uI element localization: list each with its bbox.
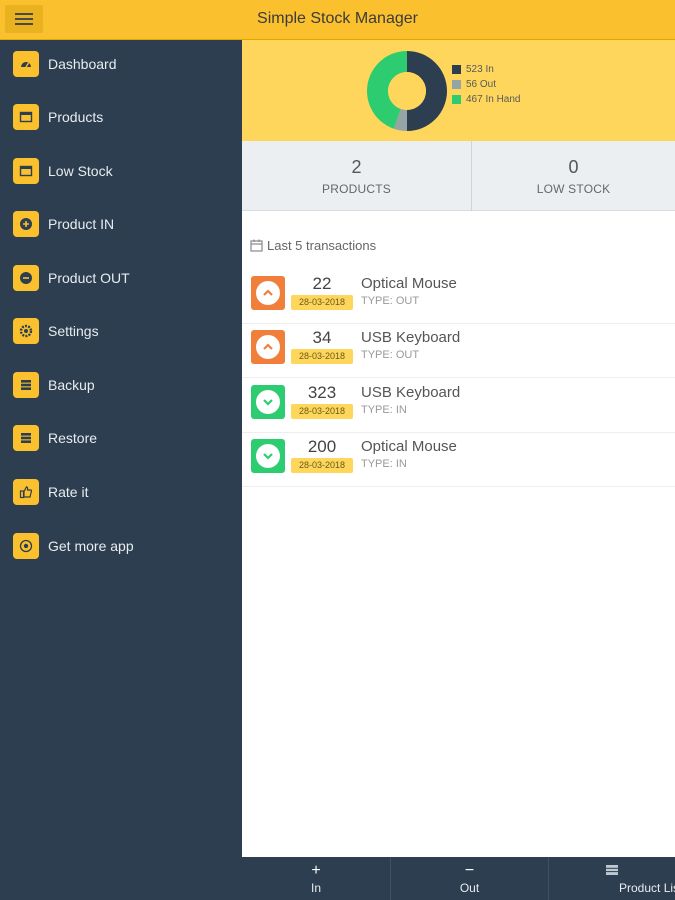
legend-swatch	[452, 80, 461, 89]
gear-icon	[13, 318, 39, 344]
out-button[interactable]: − Out	[391, 857, 549, 900]
low-stock-stat[interactable]: 0 LOW STOCK	[472, 141, 675, 211]
donut-hole	[388, 72, 426, 110]
arrow-up-icon	[251, 276, 285, 310]
legend-label: 523 In	[466, 64, 494, 75]
legend-swatch	[452, 65, 461, 74]
product-list-button-label: Product List	[619, 881, 675, 895]
arrow-down-icon	[251, 439, 285, 473]
thumbs-up-icon	[13, 479, 39, 505]
stock-donut-chart	[367, 51, 447, 131]
transaction-quantity: 200	[307, 437, 337, 456]
sidebar-item-settings[interactable]: Settings	[0, 308, 242, 354]
database-icon	[13, 425, 39, 451]
transaction-product-name: Optical Mouse	[361, 275, 457, 292]
chart-legend: 523 In 56 Out 467 In Hand	[452, 62, 521, 107]
minus-circle-icon	[13, 265, 39, 291]
transaction-row[interactable]: 22 28-03-2018 Optical Mouse TYPE: OUT	[242, 270, 675, 324]
stats-summary: 2 PRODUCTS 0 LOW STOCK	[242, 141, 675, 211]
transaction-date: 28-03-2018	[291, 404, 353, 419]
low-stock-count: 0	[568, 157, 579, 177]
sidebar-item-low-stock[interactable]: Low Stock	[0, 148, 242, 194]
sidebar-item-product-out[interactable]: Product OUT	[0, 255, 242, 301]
legend-swatch	[452, 95, 461, 104]
bottom-action-bar: + In − Out Product List	[242, 857, 675, 900]
in-button[interactable]: + In	[242, 857, 391, 900]
star-circle-icon	[13, 533, 39, 559]
sidebar-item-dashboard[interactable]: Dashboard	[0, 41, 242, 87]
transaction-type: TYPE: OUT	[361, 295, 420, 307]
products-label: PRODUCTS	[322, 182, 391, 196]
sidebar-item-label: Product OUT	[48, 270, 130, 286]
minus-icon: −	[464, 862, 475, 879]
sidebar-item-label: Rate it	[48, 484, 89, 500]
sidebar-item-products[interactable]: Products	[0, 94, 242, 140]
out-button-label: Out	[459, 881, 480, 895]
in-button-label: In	[310, 881, 321, 895]
sidebar-item-backup[interactable]: Backup	[0, 362, 242, 408]
speedometer-icon	[13, 51, 39, 77]
legend-label: 467 In Hand	[466, 94, 521, 105]
legend-label: 56 Out	[466, 79, 497, 90]
sidebar-item-label: Product IN	[48, 216, 115, 232]
arrow-up-icon	[251, 330, 285, 364]
plus-icon: +	[311, 862, 321, 879]
low-stock-label: LOW STOCK	[536, 182, 611, 196]
product-list-button[interactable]: Product List	[549, 857, 675, 900]
transaction-product-name: USB Keyboard	[361, 384, 461, 401]
sidebar: Dashboard Products Low Stock Product IN …	[0, 40, 242, 900]
transactions-heading: Last 5 transactions	[250, 238, 376, 253]
sidebar-item-label: Backup	[48, 377, 95, 393]
stock-chart-panel: 523 In 56 Out 467 In Hand	[242, 40, 675, 141]
sidebar-item-label: Dashboard	[48, 56, 117, 72]
transaction-date: 28-03-2018	[291, 349, 353, 364]
sidebar-item-label: Settings	[48, 323, 99, 339]
list-icon	[13, 158, 39, 184]
transaction-product-name: USB Keyboard	[361, 329, 461, 346]
legend-item: 523 In	[452, 62, 521, 77]
sidebar-item-restore[interactable]: Restore	[0, 415, 242, 461]
transaction-type: TYPE: OUT	[361, 349, 420, 361]
transactions-heading-text: Last 5 transactions	[267, 238, 377, 253]
transaction-quantity: 34	[312, 328, 332, 347]
transaction-type: TYPE: IN	[361, 458, 407, 470]
sidebar-item-product-in[interactable]: Product IN	[0, 201, 242, 247]
sidebar-item-label: Get more app	[48, 538, 134, 554]
legend-item: 467 In Hand	[452, 92, 521, 107]
transaction-row[interactable]: 323 28-03-2018 USB Keyboard TYPE: IN	[242, 379, 675, 433]
sidebar-item-label: Low Stock	[48, 163, 113, 179]
transaction-row[interactable]: 34 28-03-2018 USB Keyboard TYPE: OUT	[242, 324, 675, 378]
list-icon	[549, 862, 675, 880]
products-count: 2	[351, 157, 362, 177]
transaction-row[interactable]: 200 28-03-2018 Optical Mouse TYPE: IN	[242, 433, 675, 487]
sidebar-item-rate-it[interactable]: Rate it	[0, 469, 242, 515]
products-stat[interactable]: 2 PRODUCTS	[242, 141, 472, 211]
transaction-quantity: 323	[307, 383, 337, 402]
database-icon	[13, 372, 39, 398]
transaction-date: 28-03-2018	[291, 295, 353, 310]
plus-circle-icon	[13, 211, 39, 237]
arrow-down-icon	[251, 385, 285, 419]
list-icon	[13, 104, 39, 130]
transaction-quantity: 22	[312, 274, 332, 293]
app-title: Simple Stock Manager	[257, 10, 418, 27]
top-app-bar: Simple Stock Manager	[0, 0, 675, 40]
calendar-icon	[250, 239, 263, 252]
sidebar-item-label: Restore	[48, 430, 98, 446]
legend-item: 56 Out	[452, 77, 521, 92]
sidebar-item-label: Products	[48, 109, 104, 125]
sidebar-item-get-more-app[interactable]: Get more app	[0, 523, 242, 569]
transaction-type: TYPE: IN	[361, 404, 407, 416]
transaction-date: 28-03-2018	[291, 458, 353, 473]
transaction-product-name: Optical Mouse	[361, 438, 457, 455]
